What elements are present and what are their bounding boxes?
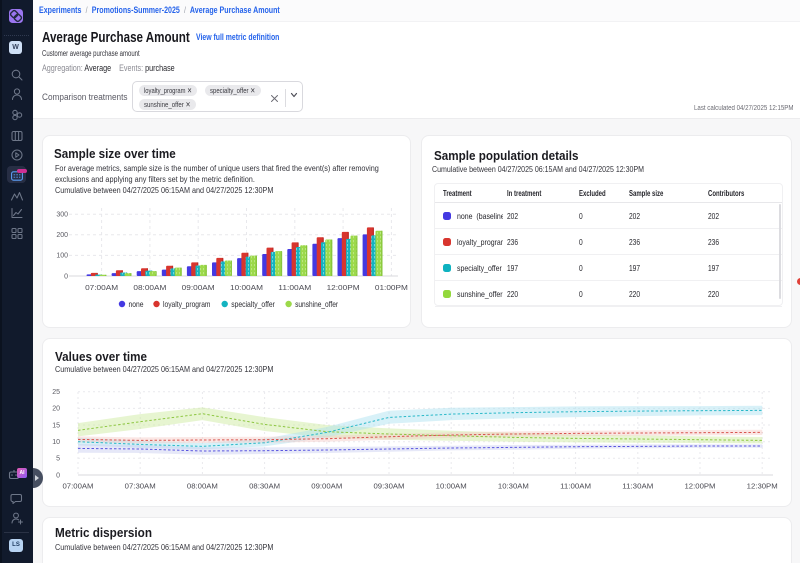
svg-text:10:00AM: 10:00AM [436,484,467,491]
svg-text:200: 200 [56,232,68,239]
svg-text:07:00AM: 07:00AM [85,283,118,292]
svg-text:5: 5 [56,456,60,463]
svg-text:none: none [129,299,144,309]
svg-text:20: 20 [52,406,60,413]
svg-text:08:00AM: 08:00AM [187,484,218,491]
svg-text:10:30AM: 10:30AM [498,484,529,491]
svg-text:07:00AM: 07:00AM [63,484,94,491]
svg-text:specialty_offer: specialty_offer [231,299,275,309]
svg-text:11:00AM: 11:00AM [560,484,591,491]
svg-text:25: 25 [52,389,60,396]
svg-text:10:00AM: 10:00AM [230,283,263,292]
svg-text:15: 15 [52,422,60,429]
svg-text:08:00AM: 08:00AM [133,283,166,292]
svg-text:loyalty_program: loyalty_program [163,299,211,309]
svg-text:09:00AM: 09:00AM [182,283,215,292]
svg-text:07:30AM: 07:30AM [125,484,156,491]
svg-text:100: 100 [56,253,68,260]
svg-text:300: 300 [56,212,68,219]
svg-text:12:00PM: 12:00PM [327,283,360,292]
svg-text:0: 0 [64,273,68,280]
svg-text:0: 0 [56,472,60,479]
svg-text:12:30PM: 12:30PM [747,484,778,491]
svg-text:11:30AM: 11:30AM [622,484,653,491]
svg-text:12:00PM: 12:00PM [685,484,716,491]
svg-text:sunshine_offer: sunshine_offer [295,299,338,309]
svg-text:09:30AM: 09:30AM [374,484,405,491]
svg-text:08:30AM: 08:30AM [249,484,280,491]
svg-text:09:00AM: 09:00AM [311,484,342,491]
svg-text:01:00PM: 01:00PM [375,283,408,292]
svg-text:11:00AM: 11:00AM [278,283,311,292]
svg-text:10: 10 [52,439,60,446]
